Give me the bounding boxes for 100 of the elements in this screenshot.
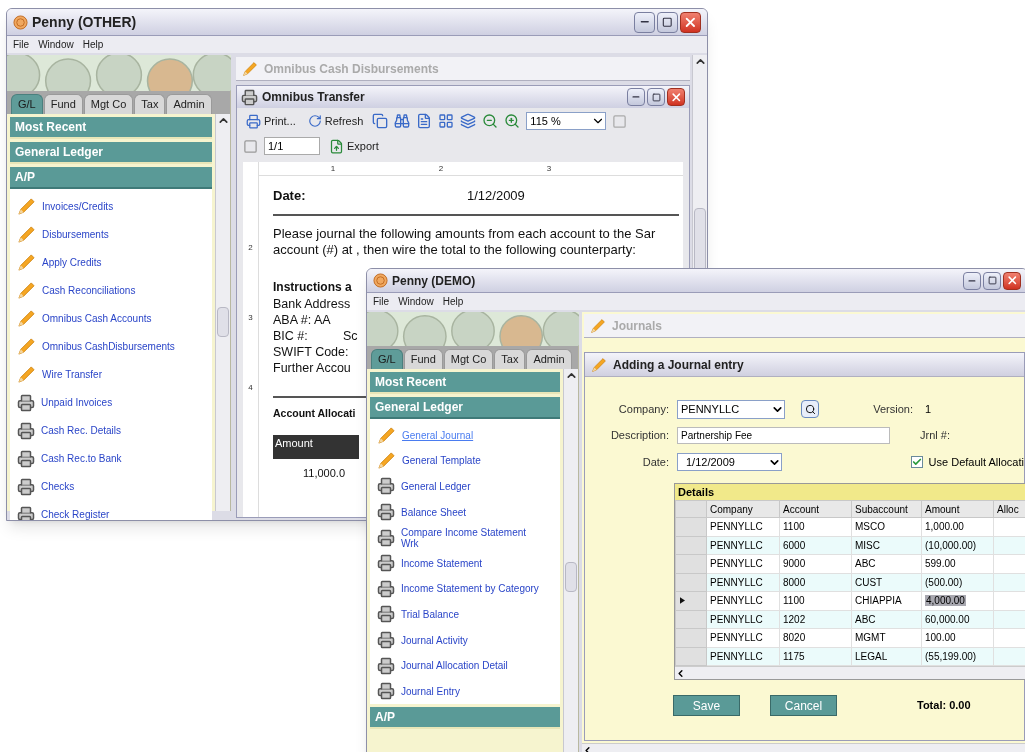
column-header[interactable]: Alloc (993, 500, 1025, 518)
layers-icon[interactable] (460, 113, 477, 129)
menu-item[interactable]: File (13, 37, 30, 52)
nav-link[interactable]: Journal Entry (377, 678, 560, 705)
nav-link[interactable]: Compare Income Statement Wrk (377, 524, 560, 551)
nav-link[interactable]: Check Register (17, 500, 212, 520)
coin-icon (13, 14, 28, 30)
nav-link[interactable]: Cash Reconciliations (17, 276, 212, 305)
printer-icon (377, 605, 395, 624)
nav-link[interactable]: Checks (17, 472, 212, 501)
vertical-scrollbar[interactable] (215, 113, 230, 511)
refresh-button[interactable]: Refresh (304, 112, 367, 130)
minimize-button[interactable] (963, 271, 981, 290)
pencil-icon (242, 60, 258, 77)
column-header[interactable]: Company (706, 500, 780, 518)
nav-tab[interactable]: Tax (494, 349, 526, 369)
nav-link[interactable]: Cash Rec.to Bank (17, 444, 212, 473)
nav-link[interactable]: Income Statement (377, 550, 560, 577)
nav-link[interactable]: General Template (377, 448, 560, 474)
table-cell: 1100 (783, 521, 805, 533)
nav-tab[interactable]: Admin (526, 349, 572, 369)
column-header[interactable]: Amount (921, 500, 994, 518)
field-label: Description: (609, 427, 669, 443)
table-cell: (55,199.00) (925, 650, 977, 662)
table-cell: PENNYLLC (710, 576, 763, 588)
search-button[interactable] (801, 400, 819, 418)
zoom-in-icon[interactable] (504, 113, 521, 129)
close-button[interactable] (680, 11, 701, 33)
zoom-out-icon[interactable] (482, 113, 499, 129)
printer-icon (17, 421, 35, 440)
table-cell: 60,000.00 (925, 613, 970, 625)
checkbox[interactable] (910, 456, 923, 468)
instructions-heading: Instructions a (273, 278, 352, 296)
nav-link[interactable]: Journal Activity (377, 627, 560, 653)
field-label: Version: (872, 401, 913, 417)
amount-value: 11,000.0 (303, 466, 345, 482)
nav-tab[interactable]: Mgt Co (83, 94, 134, 114)
company-dropdown[interactable]: PENNYLLC (677, 399, 785, 419)
nav-tab[interactable]: Admin (166, 94, 212, 114)
nav-tab[interactable]: Fund (43, 94, 83, 114)
printer-icon (241, 88, 258, 106)
menu-item[interactable]: Window (38, 37, 74, 52)
maximize-button[interactable] (983, 271, 1001, 290)
nav-tab[interactable]: G/L (11, 94, 43, 114)
nav-link[interactable]: Journal Allocation Detail (377, 652, 560, 679)
menu-item[interactable]: Help (442, 294, 464, 309)
column-header[interactable]: Subaccount (851, 500, 922, 518)
binoculars-icon[interactable] (394, 113, 411, 129)
nav-link[interactable]: Disbursements (17, 220, 212, 249)
printer-icon (377, 656, 395, 675)
nav-link[interactable]: Apply Credits (17, 248, 212, 277)
zoom-dropdown[interactable]: 115 % (526, 112, 607, 130)
nav-link[interactable]: Omnibus CashDisbursements (17, 332, 212, 361)
nav-link[interactable]: Unpaid Invoices (17, 388, 212, 417)
close-button[interactable] (1003, 271, 1021, 290)
nav-link[interactable]: General Ledger (377, 473, 560, 500)
menu-item[interactable]: Window (398, 294, 434, 309)
printer-icon (17, 393, 35, 412)
export-button[interactable]: Export (326, 137, 382, 155)
maximize-button[interactable] (657, 11, 678, 33)
minimize-button[interactable] (627, 88, 645, 106)
date-dropdown[interactable]: 1/12/2009 (677, 453, 782, 471)
nav-link[interactable]: Omnibus Cash Accounts (17, 304, 212, 333)
nav-link[interactable]: Income Statement by Category (377, 576, 560, 602)
printer-icon (377, 503, 395, 522)
table-cell: PENNYLLC (710, 650, 763, 662)
scroll-thumb[interactable] (565, 561, 577, 592)
printer-icon (377, 579, 395, 598)
nav-link[interactable]: Trial Balance (377, 601, 560, 628)
menu-item[interactable]: Help (82, 37, 104, 52)
printer-icon (17, 505, 35, 520)
grid-icon[interactable] (438, 113, 455, 129)
scroll-thumb[interactable] (217, 306, 229, 337)
nav-link[interactable]: Cash Rec. Details (17, 416, 212, 445)
table-cell: ABC (855, 558, 876, 570)
nav-tab[interactable]: Tax (134, 94, 166, 114)
maximize-icon (987, 276, 997, 285)
close-button[interactable] (667, 88, 685, 106)
nav-link[interactable]: Invoices/Credits (17, 192, 212, 221)
description-field[interactable]: Partnership Fee (677, 426, 890, 444)
maximize-button[interactable] (647, 88, 665, 106)
minimize-button[interactable] (634, 11, 655, 33)
copy-icon[interactable] (372, 113, 389, 129)
window-title: Penny (OTHER) (32, 12, 137, 32)
checkbox-label: Use Default Allocati (928, 454, 1024, 470)
table-cell: MISC (855, 539, 880, 551)
nav-tab[interactable]: Mgt Co (443, 349, 494, 369)
print-button[interactable]: Print... (243, 112, 299, 130)
version-value: 1 (925, 401, 932, 417)
nav-link[interactable]: General Journal (377, 422, 560, 449)
pencil-icon (17, 197, 36, 216)
nav-tab[interactable]: G/L (371, 349, 403, 369)
horizontal-scrollbar[interactable] (675, 666, 1025, 679)
column-header[interactable]: Account (779, 500, 852, 518)
menu-item[interactable]: File (373, 294, 390, 309)
nav-link[interactable]: Balance Sheet (377, 499, 560, 525)
nav-tab[interactable]: Fund (403, 349, 443, 369)
nav-link[interactable]: Wire Transfer (17, 360, 212, 389)
page-field[interactable]: 1/1 (264, 137, 320, 155)
vertical-scrollbar[interactable] (563, 368, 578, 752)
